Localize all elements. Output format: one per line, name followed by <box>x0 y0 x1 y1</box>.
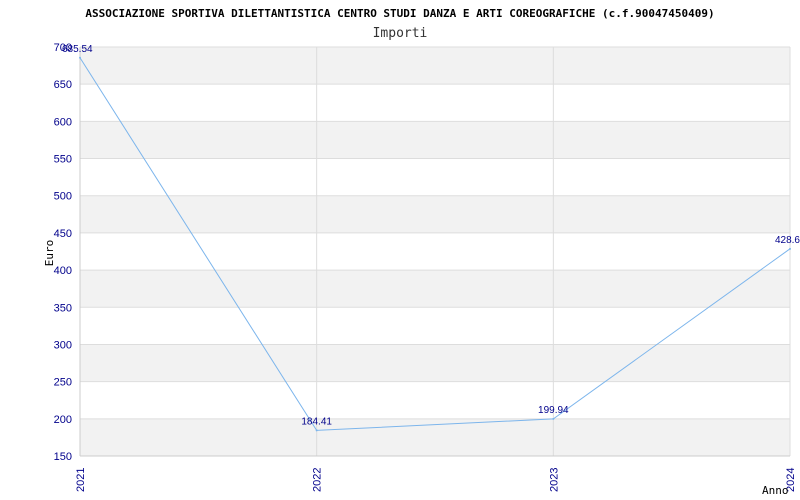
data-point <box>552 417 555 420</box>
data-label: 184.41 <box>301 416 332 427</box>
y-tick-label: 450 <box>54 228 72 240</box>
data-point <box>315 429 318 432</box>
grid-band <box>80 344 790 382</box>
data-point <box>79 56 81 59</box>
grid-band <box>80 47 790 85</box>
y-tick-label: 200 <box>54 414 72 426</box>
y-tick-label: 600 <box>54 116 72 128</box>
line-chart: ASSOCIAZIONE SPORTIVA DILETTANTISTICA CE… <box>43 7 800 497</box>
chart-title: ASSOCIAZIONE SPORTIVA DILETTANTISTICA CE… <box>85 7 714 20</box>
y-tick-label: 250 <box>54 377 72 389</box>
grid-band <box>80 195 790 233</box>
x-tick-label: 2023 <box>548 468 560 492</box>
y-axis-label: Euro <box>43 240 56 267</box>
grid-band <box>80 121 790 159</box>
data-label: 199.94 <box>538 405 569 416</box>
x-tick-label: 2021 <box>75 468 87 492</box>
x-axis-label: Anno <box>762 484 789 497</box>
data-label: 428.6 <box>775 235 800 246</box>
y-tick-label: 650 <box>54 79 72 91</box>
y-tick-label: 400 <box>54 265 72 277</box>
y-tick-label: 500 <box>54 191 72 203</box>
y-tick-labels: 150200250300350400450500550600650700 <box>54 42 72 463</box>
grid-band <box>80 270 790 308</box>
x-tick-labels: 2021 2022 2023 2024 <box>75 468 797 492</box>
y-tick-label: 350 <box>54 302 72 314</box>
y-tick-label: 550 <box>54 154 72 166</box>
axes <box>79 47 790 457</box>
data-point <box>789 247 791 250</box>
background-bands <box>80 47 790 456</box>
gridlines <box>79 46 791 457</box>
x-tick-label: 2022 <box>312 468 324 492</box>
y-tick-label: 300 <box>54 339 72 351</box>
data-label: 685.54 <box>62 44 93 55</box>
chart-subtitle: Importi <box>373 26 428 41</box>
y-tick-label: 150 <box>54 451 72 463</box>
